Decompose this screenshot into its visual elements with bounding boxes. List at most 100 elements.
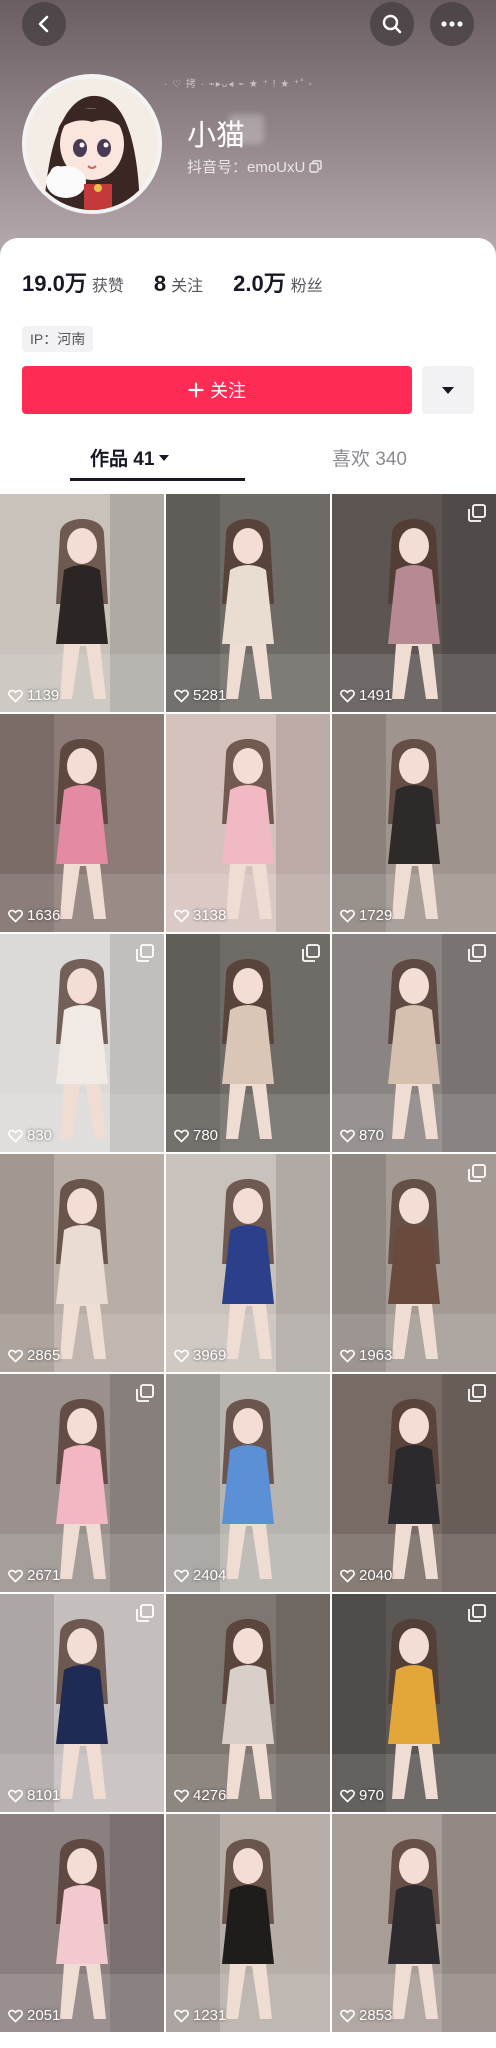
follow-button[interactable]: 关注 [22,366,412,414]
like-count-value: 780 [193,1127,219,1144]
video-tile[interactable]: 2404 [166,1374,330,1592]
like-count: 1491 [340,687,392,704]
multi-image-icon [136,944,154,962]
like-count: 2671 [8,1567,60,1584]
video-tile[interactable]: 870 [332,934,496,1152]
heart-icon [174,689,189,702]
video-tile[interactable]: 2865 [0,1154,164,1372]
like-count-value: 1963 [359,1347,393,1364]
caret-down-icon [442,386,454,394]
like-count: 2865 [8,1347,60,1364]
multi-image-icon [136,1604,154,1622]
video-tile[interactable]: 3138 [166,714,330,932]
like-count: 780 [174,1127,218,1144]
heart-icon [340,1349,355,1362]
multi-image-icon [468,504,486,522]
heart-icon [174,1349,189,1362]
back-button[interactable] [22,2,66,46]
video-tile[interactable]: 1729 [332,714,496,932]
like-count: 830 [8,1127,52,1144]
signature-text: · ♡ 拷 · ⌁▸ᴗ◂ ⌁ ★ ⁺ ! ★ ⁺˚ ◦ [164,79,313,90]
video-tile[interactable]: 2853 [332,1814,496,2032]
heart-icon [8,1349,23,1362]
heart-icon [8,1569,23,1582]
stat-following[interactable]: 8 关注 [154,271,203,297]
like-count-value: 2865 [27,1347,61,1364]
video-tile[interactable]: 830 [0,934,164,1152]
video-tile[interactable]: 5281 [166,494,330,712]
like-count-value: 2671 [27,1567,61,1584]
heart-icon [340,1569,355,1582]
like-count-value: 2853 [359,2007,393,2024]
stat-followers[interactable]: 2.0万 粉丝 [233,266,323,298]
plus-icon [188,382,204,398]
nickname-redaction [228,114,264,144]
heart-icon [8,1129,23,1142]
search-button[interactable] [370,2,414,46]
avatar[interactable] [22,74,162,214]
like-count-value: 5281 [193,687,227,704]
like-count: 2404 [174,1567,226,1584]
heart-icon [174,909,189,922]
followers-count: 2.0万 [233,271,286,296]
multi-image-icon [302,944,320,962]
like-count: 870 [340,1127,384,1144]
video-thumbnail [0,1154,164,1372]
video-tile[interactable]: 2040 [332,1374,496,1592]
heart-icon [8,1789,23,1802]
copy-icon[interactable] [309,160,323,173]
video-thumbnail [166,1594,330,1812]
following-count: 8 [153,271,167,296]
like-count-value: 1139 [27,687,60,704]
video-tile[interactable]: 970 [332,1594,496,1812]
like-count: 970 [340,1787,384,1804]
video-tile[interactable]: 1963 [332,1154,496,1372]
video-thumbnail [166,1374,330,1592]
tab-works[interactable]: 作品 41 [90,444,170,471]
multi-image-icon [468,1604,486,1622]
heart-icon [340,909,355,922]
like-count-value: 4276 [193,1787,227,1804]
video-thumbnail [332,934,496,1152]
profile-header: · ♡ 拷 · ⌁▸ᴗ◂ ⌁ ★ ⁺ ! ★ ⁺˚ ◦ 小猫 抖音号：emoUx… [0,0,496,262]
more-dots-icon [441,21,463,27]
tab-works-label: 作品 41 [90,449,155,470]
video-tile[interactable]: 3969 [166,1154,330,1372]
video-thumbnail [0,494,164,712]
likes-label: 获赞 [91,278,124,295]
followers-label: 粉丝 [290,278,323,295]
tab-liked[interactable]: 喜欢 340 [332,444,407,471]
video-thumbnail [332,494,496,712]
video-tile[interactable]: 1491 [332,494,496,712]
heart-icon [340,1789,355,1802]
video-tile[interactable]: 2051 [0,1814,164,2032]
video-tile[interactable]: 8101 [0,1594,164,1812]
ip-location-tag: IP：河南 [22,326,94,352]
heart-icon [340,689,355,702]
back-arrow-icon [38,15,49,33]
video-tile[interactable]: 1636 [0,714,164,932]
video-tile[interactable]: 780 [166,934,330,1152]
video-tile[interactable]: 2671 [0,1374,164,1592]
caret-down-icon [159,454,170,461]
like-count: 3969 [174,1347,226,1364]
video-thumbnail [166,934,330,1152]
recommend-dropdown-button[interactable] [422,366,474,414]
stat-likes[interactable]: 19.0万 获赞 [22,266,124,298]
more-button[interactable] [430,2,474,46]
video-tile[interactable]: 1139 [0,494,164,712]
multi-image-icon [468,944,486,962]
like-count-value: 1491 [359,687,393,704]
like-count: 1636 [8,907,60,924]
video-tile[interactable]: 1231 [166,1814,330,2032]
video-thumbnail [166,1154,330,1372]
like-count-value: 870 [359,1127,385,1144]
douyin-id[interactable]: 抖音号：emoUxU [187,156,323,177]
video-thumbnail [332,714,496,932]
multi-image-icon [136,1384,154,1402]
like-count: 8101 [8,1787,60,1804]
like-count-value: 970 [359,1787,385,1804]
like-count-value: 1231 [193,2007,227,2024]
douyin-id-text: 抖音号：emoUxU [187,159,306,176]
video-tile[interactable]: 4276 [166,1594,330,1812]
